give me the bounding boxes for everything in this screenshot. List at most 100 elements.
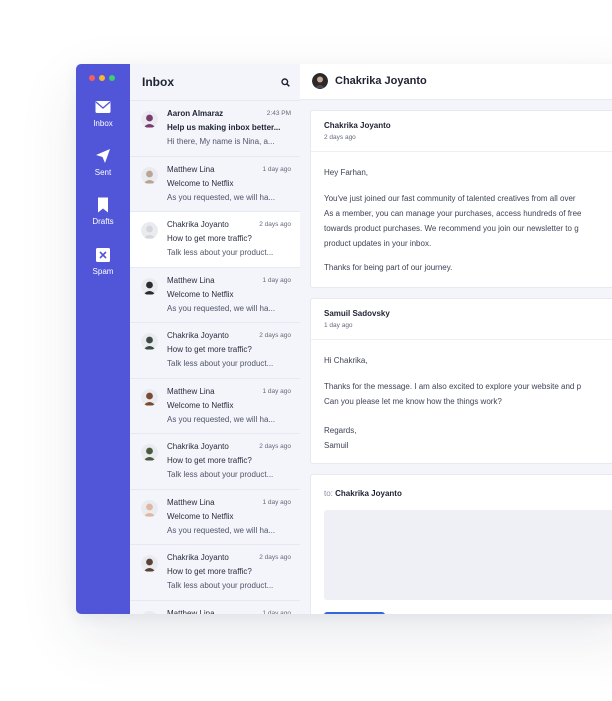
sidebar-item-label: Spam [92,267,114,276]
message-line: Hi Chakrika, [324,356,368,365]
avatar [141,222,158,239]
message-sender: Chakrika Joyanto [324,121,391,130]
message-subject: Help us making inbox better... [167,123,281,132]
sidebar-item-drafts[interactable]: Drafts [76,196,130,226]
sender-name: Chakrika Joyanto [167,331,229,340]
conversation-panel: Chakrika Joyanto Chakrika Joyanto 2 days… [300,64,612,614]
sidebar-item-spam[interactable]: Spam [76,246,130,276]
message-time: 2 days ago [259,443,291,450]
sidebar-item-inbox[interactable]: Inbox [76,98,130,128]
sender-name: Matthew Lina [167,275,215,285]
avatar [141,610,158,614]
sender-name: Chakrika Joyanto [167,220,229,229]
message-line: towards product purchases. We recommend … [324,224,579,233]
window-controls [89,75,115,81]
message-preview: Talk less about your product... [167,359,274,368]
send-icon [96,149,110,163]
list-item[interactable]: Chakrika Joyanto 2 days ago How to get mor… [130,433,300,489]
message-subject: How to get more traffic? [167,456,252,465]
message-time: 1 day ago [262,276,291,284]
list-item[interactable]: Matthew Lina 1 day ago Welcome to Netflix A… [130,377,300,434]
close-box-icon [96,248,110,262]
message-preview: As you requested, we will ha... [167,414,276,424]
sidebar-item-label: Drafts [92,217,114,226]
sender-name: Chakrika Joyanto [167,553,229,562]
message-line: Thanks for being part of our journey. [324,263,453,272]
message-time: 2:43 PM [266,110,291,117]
sidebar-item-label: Inbox [93,119,113,128]
message-line: Thanks for the message. I am also excite… [324,382,582,391]
avatar [141,388,158,406]
divider [311,339,612,340]
sender-name: Chakrika Joyanto [167,442,229,451]
avatar [141,333,158,350]
message-line: Regards, [324,426,357,435]
search-icon[interactable] [281,78,290,87]
message-subject: Welcome to Netflix [167,289,234,299]
avatar [141,166,158,184]
message-time: 1 day ago [262,609,291,615]
sender-name: Matthew Lina [167,386,215,396]
list-item[interactable]: Matthew Lina 1 day ago Welcome to Netflix A… [130,266,300,323]
list-item[interactable]: Chakrika Joyanto 2 days ago How to get mor… [130,544,300,600]
message-line: Can you please let me know how the thing… [324,397,502,406]
sidebar-item-sent[interactable]: Sent [76,147,130,177]
minimize-window-dot[interactable] [99,75,105,81]
list-item[interactable]: Matthew Lina 1 day ago [130,599,300,615]
message-time: 1 day ago [262,165,291,173]
inbox-items: Aaron Almaraz 2:43 PM Help us making inbox… [130,100,300,614]
message-line: Hey Farhan, [324,168,369,177]
list-item[interactable]: Chakrika Joyanto 2 days ago How to get mor… [130,211,300,267]
reply-to-name: Chakrika Joyanto [335,489,402,498]
maximize-window-dot[interactable] [109,75,115,81]
message-preview: As you requested, we will ha... [167,303,276,313]
reply-to-label: to: [324,489,333,498]
message-preview: As you requested, we will ha... [167,525,276,535]
avatar [141,277,158,295]
message-time: 2 days ago [259,554,291,561]
avatar[interactable] [312,73,328,89]
message-subject: Welcome to Netflix [167,178,234,188]
message-time: 2 days ago [259,221,291,228]
message-preview: Hi there, My name is Nina, a... [167,137,275,146]
message-preview: Talk less about your product... [167,470,274,479]
message-card: Samuil Sadovsky 1 day ago Hi Chakrika, T… [310,298,612,464]
mail-app-window: Inbox Sent Drafts Spam Inbox Aaron Almar… [76,64,612,614]
sender-name: Matthew Lina [167,164,215,174]
divider [311,151,612,152]
message-time: 1 day ago [262,387,291,395]
message-line: Samuil [324,441,349,450]
message-subject: How to get more traffic? [167,345,252,354]
message-subject: How to get more traffic? [167,234,252,243]
message-line: You've just joined our fast community of… [324,194,576,203]
inbox-header: Inbox [130,64,300,100]
sidebar-item-label: Sent [94,168,112,177]
message-subject: How to get more traffic? [167,567,252,576]
send-button[interactable] [324,612,385,614]
avatar [141,444,158,461]
reply-textarea[interactable] [324,510,612,600]
message-subject: Welcome to Netflix [167,400,234,410]
message-time: 1 day ago [262,498,291,506]
close-window-dot[interactable] [89,75,95,81]
inbox-list-panel: Inbox Aaron Almaraz 2:43 PM Help us making… [130,64,300,614]
message-card: Chakrika Joyanto 2 days ago Hey Farhan, … [310,110,612,288]
mail-icon [95,101,111,113]
list-item[interactable]: Matthew Lina 1 day ago Welcome to Netflix A… [130,155,300,212]
list-item[interactable]: Chakrika Joyanto 2 days ago How to get mor… [130,322,300,378]
message-date: 2 days ago [324,134,356,141]
inbox-title: Inbox [142,75,174,89]
sender-name: Matthew Lina [167,497,215,507]
avatar [141,499,158,517]
avatar [141,111,158,128]
list-item[interactable]: Matthew Lina 1 day ago Welcome to Netflix A… [130,488,300,545]
message-line: product updates in your inbox. [324,239,432,248]
list-item[interactable]: Aaron Almaraz 2:43 PM Help us making inbox… [130,100,300,156]
sidebar: Inbox Sent Drafts Spam [76,64,130,614]
message-preview: Talk less about your product... [167,581,274,590]
sender-name: Matthew Lina [167,608,215,615]
message-subject: Welcome to Netflix [167,511,234,521]
conversation-header: Chakrika Joyanto [300,64,612,100]
sender-name: Aaron Almaraz [167,109,224,118]
reply-recipient: to: Chakrika Joyanto [324,489,402,498]
